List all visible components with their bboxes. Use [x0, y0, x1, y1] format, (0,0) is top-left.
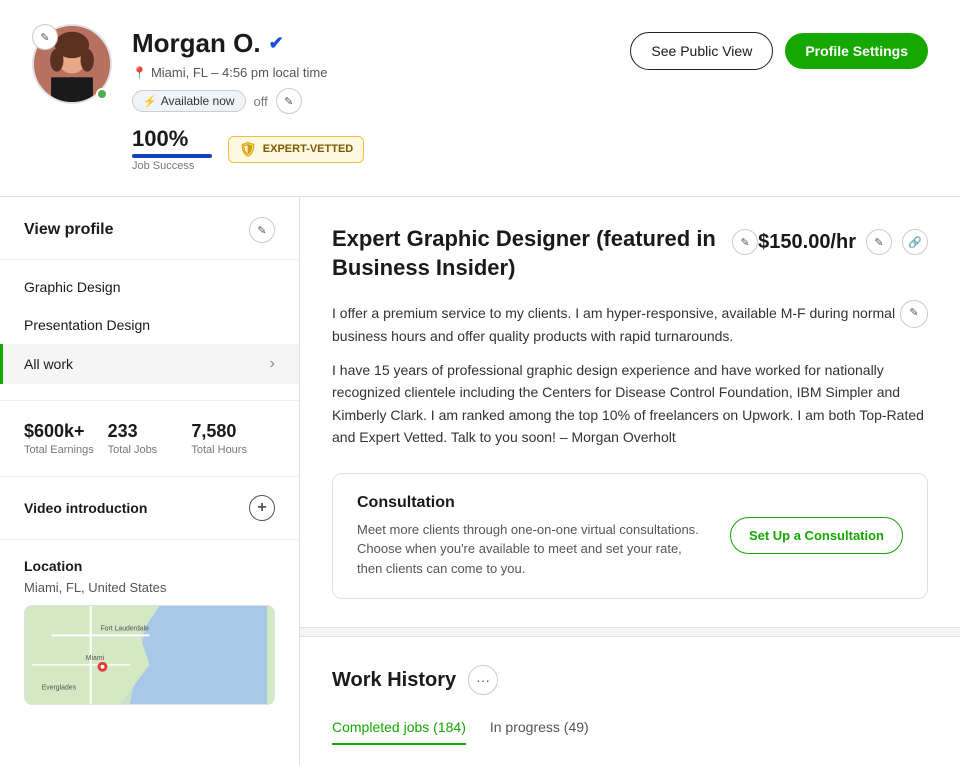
profile-title: Expert Graphic Designer (featured in Bus… [332, 225, 724, 282]
availability-badge[interactable]: ⚡ Available now [132, 90, 246, 112]
profile-actions: See Public View Profile Settings [630, 24, 928, 70]
expert-vetted-badge: 🛡 EXPERT-VETTED [228, 136, 364, 163]
sidebar-stats: $600k+ Total Earnings 233 Total Jobs 7,5… [0, 400, 299, 477]
avatar-edit-button[interactable]: ✎ [32, 24, 58, 50]
svg-text:Everglades: Everglades [42, 684, 77, 691]
success-percent: 100% [132, 126, 212, 152]
sidebar-nav: Graphic Design Presentation Design All w… [0, 260, 299, 392]
sidebar-item-label: Presentation Design [24, 317, 150, 333]
video-intro-section: Video introduction + [0, 477, 299, 540]
work-history-more-button[interactable]: ··· [468, 665, 498, 695]
view-profile-header: View profile ✎ [0, 197, 299, 260]
sidebar-item-label: All work [24, 356, 73, 372]
profile-header: ✎ Morgan O. ✔ 📍 Miami, FL – 4:56 pm loca… [0, 0, 960, 197]
map-preview: Fort Lauderdale Miami Everglades [24, 605, 275, 705]
sidebar: View profile ✎ Graphic Design Presentati… [0, 197, 300, 765]
progress-bar [132, 154, 212, 158]
online-indicator [96, 88, 108, 100]
name-text: Morgan O. [132, 28, 261, 59]
work-history-tabs: Completed jobs (184) In progress (49) [332, 711, 928, 745]
video-intro-header: Video introduction + [24, 495, 275, 521]
profile-card: Expert Graphic Designer (featured in Bus… [300, 197, 960, 628]
shield-icon: 🛡 [239, 141, 257, 158]
rate-edit-button[interactable]: ✎ [866, 229, 892, 255]
see-public-view-button[interactable]: See Public View [630, 32, 773, 70]
profile-settings-button[interactable]: Profile Settings [785, 33, 928, 69]
job-success-block: 100% Job Success [132, 126, 212, 172]
availability-edit-button[interactable]: ✎ [276, 88, 302, 114]
work-history-section: Work History ··· Completed jobs (184) In… [300, 636, 960, 765]
completed-jobs-label: Completed jobs (184) [332, 719, 466, 735]
earnings-value: $600k+ [24, 421, 108, 442]
availability-label: Available now [161, 94, 235, 108]
availability-row: ⚡ Available now off ✎ [132, 88, 364, 114]
profile-title-row: Expert Graphic Designer (featured in Bus… [332, 225, 928, 282]
view-profile-title: View profile [24, 221, 114, 239]
hours-label: Total Hours [191, 444, 275, 456]
success-label: Job Success [132, 160, 212, 172]
chevron-right-icon: › [270, 355, 275, 373]
bio-edit-button[interactable]: ✎ [900, 300, 928, 328]
work-history-header: Work History ··· [332, 665, 928, 695]
tab-in-progress[interactable]: In progress (49) [490, 711, 589, 745]
work-history-title: Work History [332, 669, 456, 692]
bio-paragraph-1: I offer a premium service to my clients.… [332, 302, 928, 347]
lightning-icon: ⚡ [143, 95, 157, 108]
jobs-value: 233 [108, 421, 192, 442]
profile-info: Morgan O. ✔ 📍 Miami, FL – 4:56 pm local … [132, 24, 364, 172]
sidebar-item-all-work[interactable]: All work › [0, 344, 299, 384]
consultation-title: Consultation [357, 494, 710, 512]
availability-state: off [254, 94, 268, 109]
completed-count: 184 [438, 719, 461, 735]
rate-section: $150.00/hr ✎ 🔗 [758, 225, 928, 255]
profile-metrics: 100% Job Success 🛡 EXPERT-VETTED [132, 126, 364, 172]
profile-name: Morgan O. ✔ [132, 28, 364, 59]
earnings-label: Total Earnings [24, 444, 108, 456]
total-hours-stat: 7,580 Total Hours [191, 421, 275, 456]
jobs-label: Total Jobs [108, 444, 192, 456]
view-profile-edit-button[interactable]: ✎ [249, 217, 275, 243]
main-content: View profile ✎ Graphic Design Presentati… [0, 197, 960, 765]
profile-location: 📍 Miami, FL – 4:56 pm local time [132, 65, 364, 80]
page-wrapper: ✎ Morgan O. ✔ 📍 Miami, FL – 4:56 pm loca… [0, 0, 960, 765]
profile-left: ✎ Morgan O. ✔ 📍 Miami, FL – 4:56 pm loca… [32, 24, 364, 172]
expert-vetted-label: EXPERT-VETTED [263, 143, 353, 155]
location-pin-icon: 📍 [132, 66, 147, 80]
in-progress-count: 49 [568, 719, 584, 735]
video-intro-label: Video introduction [24, 500, 147, 516]
rate-value: $150.00/hr [758, 231, 856, 254]
consultation-description: Meet more clients through one-on-one vir… [357, 520, 710, 579]
verified-icon: ✔ [269, 33, 284, 54]
tab-completed-jobs[interactable]: Completed jobs (184) [332, 711, 466, 745]
sidebar-item-label: Graphic Design [24, 279, 121, 295]
location-text: Miami, FL – 4:56 pm local time [151, 65, 328, 80]
hours-value: 7,580 [191, 421, 275, 442]
avatar-wrapper: ✎ [32, 24, 112, 104]
title-edit-button[interactable]: ✎ [732, 229, 758, 255]
bio-paragraph-2: I have 15 years of professional graphic … [332, 359, 928, 449]
total-earnings-stat: $600k+ Total Earnings [24, 421, 108, 456]
consultation-card: Consultation Meet more clients through o… [332, 473, 928, 600]
right-panel: Expert Graphic Designer (featured in Bus… [300, 197, 960, 765]
svg-text:Miami: Miami [86, 655, 105, 662]
set-up-consultation-button[interactable]: Set Up a Consultation [730, 517, 903, 554]
profile-bio: ✎ I offer a premium service to my client… [332, 302, 928, 448]
in-progress-label: In progress (49) [490, 719, 589, 735]
add-video-button[interactable]: + [249, 495, 275, 521]
svg-text:Fort Lauderdale: Fort Lauderdale [101, 626, 150, 633]
total-jobs-stat: 233 Total Jobs [108, 421, 192, 456]
sidebar-item-presentation-design[interactable]: Presentation Design [0, 306, 299, 344]
progress-bar-fill [132, 154, 212, 158]
rate-link-button[interactable]: 🔗 [902, 229, 928, 255]
location-section-title: Location [24, 558, 275, 574]
sidebar-item-graphic-design[interactable]: Graphic Design [0, 268, 299, 306]
location-value: Miami, FL, United States [24, 580, 275, 595]
location-section: Location Miami, FL, United States [0, 540, 299, 723]
consultation-info: Consultation Meet more clients through o… [357, 494, 710, 579]
